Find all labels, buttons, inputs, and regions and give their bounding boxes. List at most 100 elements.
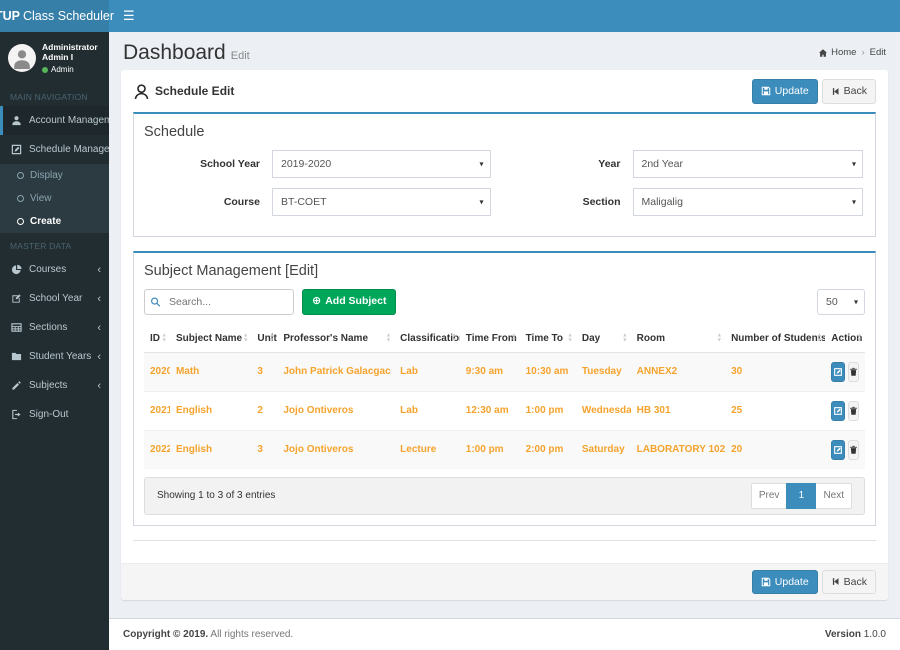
pagination-prev-button[interactable]: Prev	[750, 482, 788, 509]
sidebar-item-label: Sign-Out	[29, 409, 69, 420]
table-row: 2021 English 2 Jojo Ontiveros Lab 12:30 …	[144, 391, 865, 430]
back-button-bottom[interactable]: Back	[821, 569, 876, 594]
school-year-label: School Year	[200, 157, 260, 170]
column-header-professors-name[interactable]: Professor's Name ▲ ▼	[277, 324, 395, 353]
edit-row-button[interactable]	[831, 439, 845, 460]
sidebar-subitem-view[interactable]: View	[0, 187, 109, 210]
sidebar-item-student-years[interactable]: Student Years ‹	[0, 342, 109, 371]
section-select[interactable]: Maligalig	[632, 187, 863, 216]
chevron-left-icon: ‹	[97, 321, 101, 334]
form-row: School Year 2019-2020 ▾ Year 2nd Year ▾	[144, 149, 866, 188]
cell-day: Saturday	[581, 444, 625, 455]
circle-o-icon	[17, 195, 24, 202]
breadcrumb-home-label: Home	[831, 47, 857, 58]
sidebar-item-account-management[interactable]: Account Management ‹	[0, 106, 136, 135]
search-input[interactable]	[144, 288, 294, 315]
column-header-classification[interactable]: Classification ▲ ▼	[394, 324, 460, 353]
schedule-section: Schedule School Year 2019-2020 ▾ Year 2n…	[133, 111, 876, 237]
page-title-text: Dashboard	[123, 41, 226, 64]
sidebar-item-label: View	[30, 193, 52, 204]
delete-row-button[interactable]	[847, 361, 859, 382]
user-status[interactable]: Admin	[42, 65, 101, 74]
edit-row-button[interactable]	[831, 400, 845, 421]
sidebar-item-school-year[interactable]: School Year ‹	[0, 284, 109, 313]
sort-icons: ▲ ▼	[242, 332, 249, 343]
column-header-time-from[interactable]: Time From ▲ ▼	[459, 324, 520, 353]
cell-classification: Lab	[400, 366, 418, 377]
sidebar-item-sections[interactable]: Sections ‹	[0, 313, 109, 342]
sidebar-item-label: Subjects	[29, 380, 68, 391]
update-button-top[interactable]: Update	[751, 79, 818, 104]
sidebar-item-label: Create	[30, 216, 62, 227]
column-header-room[interactable]: Room ▲ ▼	[630, 324, 726, 353]
column-header-day[interactable]: Day ▲ ▼	[575, 324, 631, 353]
sidebar-item-label: Sections	[29, 322, 68, 333]
edit-row-button[interactable]	[831, 361, 845, 382]
column-header-time-to[interactable]: Time To ▲ ▼	[519, 324, 576, 353]
cell-room: LABORATORY 102	[636, 444, 726, 455]
delete-row-button[interactable]	[847, 400, 859, 421]
box-actions: Update Back	[751, 79, 876, 104]
save-icon	[761, 87, 771, 96]
cell-time-to: 2:00 pm	[525, 444, 564, 455]
column-header-id[interactable]: ID ▲ ▼	[144, 324, 170, 353]
cell-subject: English	[175, 405, 213, 416]
year-field: Year 2nd Year ▾	[505, 149, 866, 178]
sort-icons: ▲ ▼	[268, 332, 275, 343]
sidebar-toggle-button[interactable]: ☰	[109, 0, 149, 32]
cell-classification: Lab	[400, 405, 418, 416]
cell-action	[825, 430, 865, 469]
table-toolbar: ⊕ Add Subject 50 ▾	[144, 288, 865, 315]
schedule-management-submenu: Display View Create	[0, 164, 109, 233]
column-label: Day	[581, 332, 601, 344]
sidebar-subitem-create[interactable]: Create	[0, 210, 109, 233]
sidebar-item-schedule-management[interactable]: Schedule Management ‹	[0, 135, 146, 164]
chevron-left-icon: ‹	[97, 379, 101, 392]
year-select[interactable]: 2nd Year	[632, 149, 863, 178]
cell-students: 25	[731, 405, 743, 416]
column-header-subject-name[interactable]: Subject Name ▲ ▼	[169, 324, 252, 353]
pencil-icon	[11, 380, 23, 391]
sidebar-item-sign-out[interactable]: Sign-Out	[0, 400, 109, 429]
sidebar-item-subjects[interactable]: Subjects ‹	[0, 371, 109, 400]
column-header-action[interactable]: Action ▲ ▼	[825, 324, 865, 353]
page-size-select[interactable]: 50	[817, 288, 865, 315]
pagination: Prev 1 Next	[750, 482, 852, 509]
back-button-label: Back	[843, 85, 867, 97]
column-header-number-of-students[interactable]: Number of Students ▲ ▼	[725, 324, 826, 353]
pagination-page-1-button[interactable]: 1	[786, 482, 817, 509]
delete-row-button[interactable]	[847, 439, 859, 460]
column-label: Room	[636, 332, 665, 344]
user-name: Administrator Admin I	[42, 42, 98, 62]
sort-icons: ▲ ▼	[161, 332, 167, 343]
sidebar-item-courses[interactable]: Courses ‹	[0, 255, 109, 284]
sidebar-subitem-display[interactable]: Display	[0, 164, 109, 187]
search-icon	[151, 297, 161, 307]
pagination-next-button[interactable]: Next	[815, 482, 852, 509]
cell-professor: Jojo Ontiveros	[283, 444, 354, 455]
cell-action	[825, 352, 865, 391]
course-select[interactable]: BT-COET	[272, 187, 491, 216]
home-icon	[819, 48, 828, 57]
add-subject-button[interactable]: ⊕ Add Subject	[302, 288, 397, 315]
sort-icons: ▲ ▼	[511, 332, 517, 343]
subject-management-title: Subject Management [Edit]	[144, 262, 319, 279]
year-label: Year	[598, 157, 621, 170]
back-button-top[interactable]: Back	[821, 79, 876, 104]
cell-id: 2020	[150, 366, 170, 377]
brand-bold: TUP	[0, 9, 20, 23]
trash-icon	[850, 367, 857, 376]
cell-time-from: 9:30 am	[465, 366, 504, 377]
column-header-unit[interactable]: Unit ▲ ▼	[251, 324, 278, 353]
cell-unit: 3	[257, 366, 263, 377]
brand-logo[interactable]: TUP Class Scheduler	[0, 0, 114, 32]
school-year-select[interactable]: 2019-2020	[272, 149, 491, 178]
breadcrumb-home[interactable]: Home	[818, 47, 856, 58]
update-button-bottom[interactable]: Update	[751, 569, 818, 594]
version-text: Version 1.0.0	[825, 629, 886, 640]
search-box	[144, 288, 294, 315]
main-footer: Copyright © 2019. All rights reserved. V…	[109, 618, 900, 650]
edit-icon	[834, 406, 842, 415]
cell-students: 20	[731, 444, 743, 455]
sidebar-item-label: School Year	[29, 293, 83, 304]
